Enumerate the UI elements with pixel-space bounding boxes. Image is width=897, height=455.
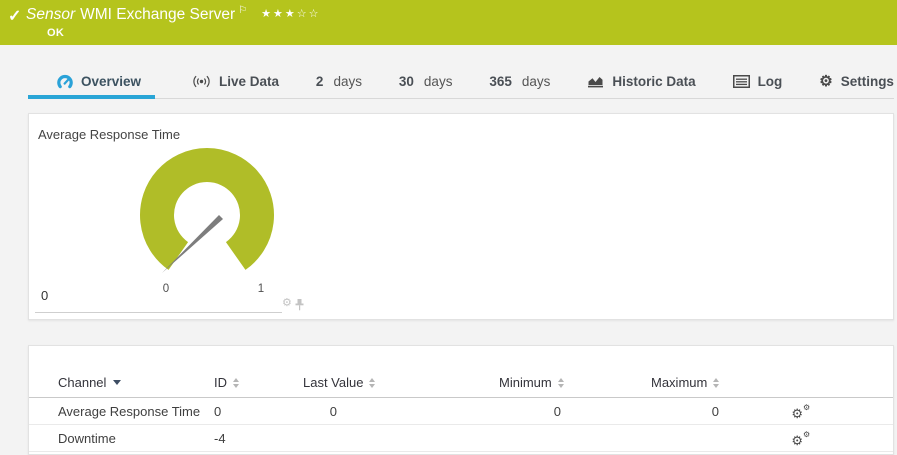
table-row-average-response-time: Average Response Time 0 0 0 0 ⚙ ⚙ (29, 398, 893, 425)
channel-table-panel: Channel ID Last Value Minimum Maximum Av… (28, 345, 894, 455)
sensor-title-line: Sensor WMI Exchange Server ⚐ ★★★☆☆ (26, 5, 320, 24)
sort-both-icon (557, 377, 564, 388)
sensor-tabbar: Overview Live Data 2 days 30 days 365 da… (28, 65, 894, 99)
column-header-id[interactable]: ID (214, 375, 303, 390)
tab-365-days-word: days (521, 74, 551, 89)
channel-table-header-row: Channel ID Last Value Minimum Maximum (29, 368, 893, 398)
tab-live-data[interactable]: Live Data (192, 65, 279, 98)
stars-empty: ☆☆ (296, 8, 321, 21)
sort-both-icon (369, 377, 376, 388)
status-badge: OK (47, 27, 65, 39)
object-kind-label: Sensor (26, 6, 76, 24)
table-row-downtime: Downtime -4 ⚙ ⚙ (29, 425, 893, 452)
area-chart-icon (588, 77, 604, 88)
tab-live-data-label: Live Data (218, 74, 279, 89)
gauge-icon (57, 74, 73, 89)
tab-365-days-number: 365 (489, 74, 512, 89)
gauge-title: Average Response Time (38, 127, 181, 142)
gauge-toolbar: ⚙ (282, 298, 304, 311)
tab-30-days[interactable]: 30 days (399, 65, 453, 98)
sensor-name: WMI Exchange Server (80, 6, 236, 24)
cell-last-value: 0 (329, 403, 337, 419)
column-header-channel-label: Channel (58, 375, 107, 390)
cell-maximum: 0 (711, 403, 719, 419)
sort-desc-icon (113, 380, 122, 385)
broadcast-icon (193, 75, 210, 88)
tab-30-days-word: days (423, 74, 453, 89)
cell-channel[interactable]: Average Response Time (58, 404, 214, 419)
tab-2-days-word: days (333, 74, 362, 89)
tab-overview[interactable]: Overview (28, 65, 156, 99)
tab-365-days[interactable]: 365 days (489, 65, 550, 98)
cell-id: -4 (214, 430, 226, 446)
column-header-last-value[interactable]: Last Value (303, 375, 499, 390)
gauge-scale-max: 1 (257, 283, 265, 295)
tab-historic-data[interactable]: Historic Data (587, 65, 696, 98)
column-header-minimum[interactable]: Minimum (499, 375, 651, 390)
gauge-axis-zero-label: 0 (41, 288, 49, 303)
tab-2-days[interactable]: 2 days (316, 65, 362, 98)
tab-historic-data-label: Historic Data (612, 74, 696, 89)
flag-icon[interactable]: ⚐ (238, 5, 247, 16)
sort-both-icon (713, 377, 720, 388)
column-header-maximum-label: Maximum (651, 375, 708, 390)
tab-settings-label: Settings (840, 74, 894, 89)
tab-2-days-number: 2 (315, 74, 324, 89)
column-header-id-label: ID (214, 375, 227, 390)
status-ok-check-icon: ✓ (8, 8, 22, 25)
response-time-gauge (140, 148, 274, 273)
tab-settings[interactable]: ⚙ Settings (819, 65, 894, 98)
sensor-status-header: ✓ Sensor WMI Exchange Server ⚐ ★★★☆☆ OK (0, 0, 897, 45)
gauge-baseline (35, 312, 282, 313)
column-header-channel[interactable]: Channel (58, 375, 214, 390)
column-header-maximum[interactable]: Maximum (651, 375, 803, 390)
cell-id: 0 (214, 403, 222, 419)
cell-minimum: 0 (553, 403, 561, 419)
tab-30-days-number: 30 (398, 74, 414, 89)
column-header-last-value-label: Last Value (303, 375, 364, 390)
gear-icon: ⚙ (819, 73, 833, 90)
tab-overview-label: Overview (81, 74, 142, 89)
pin-graph-icon[interactable] (295, 299, 304, 311)
priority-stars[interactable]: ★★★☆☆ (261, 8, 320, 20)
stars-filled: ★★★ (261, 8, 297, 21)
gauge-scale-min: 0 (162, 283, 170, 295)
tab-log[interactable]: Log (732, 65, 783, 98)
column-header-minimum-label: Minimum (499, 375, 552, 390)
sort-both-icon (233, 377, 239, 388)
gauge-settings-gear-icon[interactable]: ⚙ (282, 298, 292, 309)
gauge-panel: Average Response Time 0 1 0 ⚙ (28, 113, 894, 320)
tab-log-label: Log (757, 74, 783, 89)
log-list-icon (732, 75, 750, 88)
cell-channel[interactable]: Downtime (58, 431, 214, 446)
